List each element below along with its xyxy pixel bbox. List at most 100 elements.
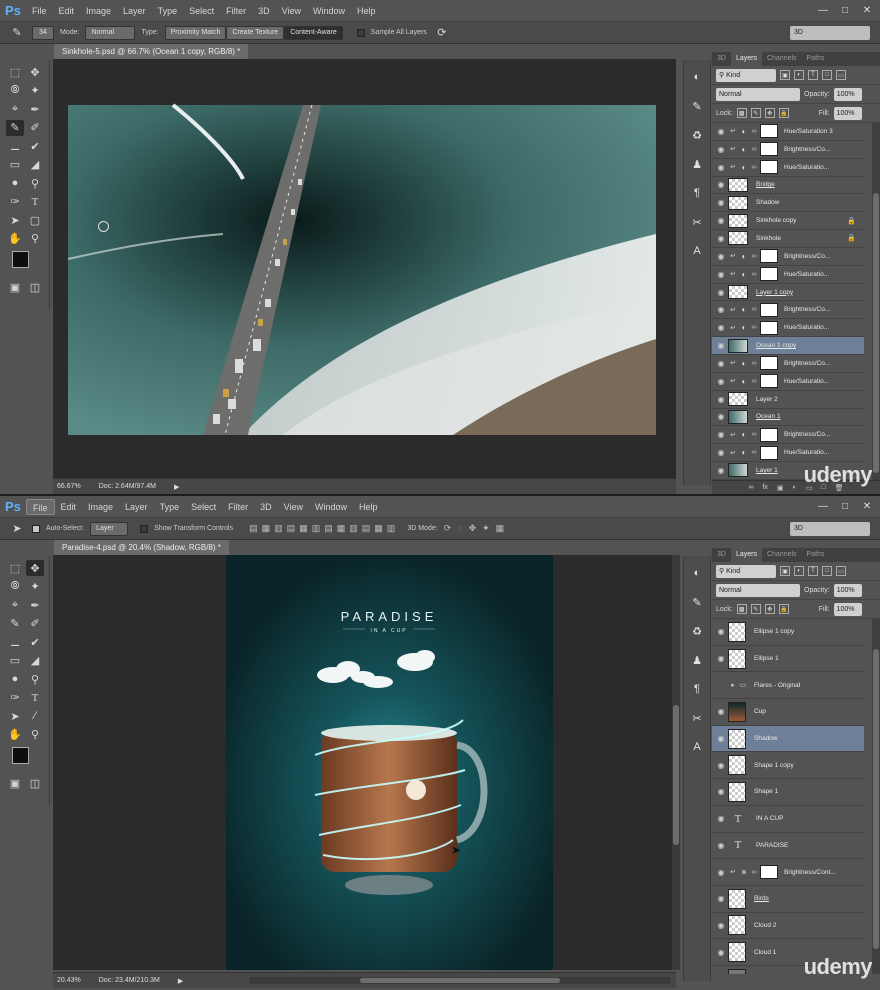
blur-tool-icon[interactable]: ●	[6, 671, 24, 687]
layer-row[interactable]: ◉ T IN A CUP	[712, 806, 864, 833]
hand-tool-icon[interactable]: ✋	[6, 727, 24, 743]
filter-kind-select[interactable]: ⚲ Kind	[716, 564, 776, 578]
visibility-eye-icon[interactable]: ◉	[714, 252, 728, 261]
layers-scrollbar[interactable]	[872, 619, 880, 974]
eyedropper-icon[interactable]: ✒	[26, 101, 44, 117]
align-vcenter-icon[interactable]: ▦	[262, 523, 271, 534]
maximize-icon[interactable]: □	[838, 500, 852, 512]
status-arrow-icon[interactable]: ▶	[174, 483, 179, 491]
layer-row[interactable]: ◉ ↵ ☀ ∞ Brightness/Cont...	[712, 859, 864, 886]
brush-tool-icon[interactable]: ✐	[26, 616, 44, 632]
menu-view[interactable]: View	[278, 499, 309, 515]
eyedropper-icon[interactable]: ✒	[26, 597, 44, 613]
menu-help[interactable]: Help	[351, 3, 382, 19]
visibility-eye-icon[interactable]: ◉	[714, 627, 728, 636]
filter-adjustment-icon[interactable]: ◐	[794, 70, 804, 80]
sample-all-layers-checkbox[interactable]	[356, 28, 365, 37]
marquee-tool-icon[interactable]: ⬚	[6, 560, 24, 576]
filter-smart-icon[interactable]: ▭	[836, 566, 846, 576]
quick-mask-icon[interactable]: ▣	[6, 279, 24, 295]
visibility-eye-icon[interactable]: ◉	[714, 270, 728, 279]
pen-tool-icon[interactable]: ✑	[6, 690, 24, 706]
layer-row[interactable]: ◉ Sinkhole 🔒	[712, 230, 864, 248]
lock-position-icon[interactable]: ✥	[764, 604, 775, 614]
zoom-level[interactable]: 66.67%	[57, 483, 81, 490]
adjustments-panel-icon[interactable]: ✎	[686, 591, 708, 613]
marquee-tool-icon[interactable]: ⬚	[6, 64, 24, 80]
visibility-eye-icon[interactable]: ◉	[714, 466, 728, 475]
visibility-eye-icon[interactable]: ◉	[714, 430, 728, 439]
visibility-eye-icon[interactable]: ◉	[714, 145, 728, 154]
distribute-vcenter-icon[interactable]: ▦	[337, 523, 346, 534]
align-bottom-icon[interactable]: ▥	[274, 523, 283, 534]
menu-type[interactable]: Type	[152, 3, 184, 19]
lock-image-icon[interactable]: ✎	[750, 108, 761, 118]
layer-row[interactable]: ◉ ↵ ◐ ∞ Brightness/Co...	[712, 355, 864, 373]
menu-window[interactable]: Window	[307, 3, 351, 19]
screen-mode-icon[interactable]: ◫	[26, 775, 44, 791]
filter-adjustment-icon[interactable]: ◐	[794, 566, 804, 576]
layer-row[interactable]: ◉ Shadow	[712, 725, 864, 753]
distribute-left-icon[interactable]: ▤	[362, 523, 371, 534]
layer-row[interactable]: ◉ Shadow	[712, 194, 864, 213]
layers-scrollbar[interactable]	[872, 123, 880, 480]
layer-row[interactable]: ◉ Sinkhole copy 🔒	[712, 212, 864, 231]
tools-panel-icon[interactable]: ✂	[686, 211, 708, 233]
3d-roll-icon[interactable]: ◌	[457, 523, 462, 534]
brush-presets-icon[interactable]: ♻	[686, 620, 708, 642]
filter-pixel-icon[interactable]: ▣	[780, 70, 790, 80]
3d-scale-icon[interactable]: ▦	[496, 523, 505, 534]
path-select-icon[interactable]: ➤	[6, 212, 24, 228]
history-brush-icon[interactable]: ✔	[26, 634, 44, 650]
layer-row[interactable]: ◉ Birds	[712, 886, 864, 913]
new-adjustment-icon[interactable]: ◐	[793, 484, 797, 491]
auto-select-target[interactable]: Layer	[90, 521, 129, 536]
horizontal-scroll-thumb[interactable]	[360, 978, 560, 983]
minimize-icon[interactable]: —	[816, 500, 830, 512]
align-right-icon[interactable]: ▥	[312, 523, 321, 534]
menu-filter[interactable]: Filter	[222, 499, 254, 515]
canvas-vertical-scrollbar[interactable]	[672, 555, 680, 970]
menu-view[interactable]: View	[276, 3, 307, 19]
tab-layers[interactable]: Layers	[730, 548, 762, 562]
crop-tool-icon[interactable]: ⌖	[6, 597, 24, 613]
opacity-input[interactable]: 100%	[833, 583, 862, 597]
visibility-eye-icon[interactable]: ◉	[714, 323, 728, 332]
distribute-right-icon[interactable]: ▥	[387, 523, 396, 534]
character-panel-icon[interactable]: A	[686, 240, 708, 262]
layer-row[interactable]: ◉ Layer 2	[712, 391, 864, 409]
tab-paths[interactable]: Paths	[802, 548, 830, 562]
eraser-icon[interactable]: ▭	[6, 157, 24, 173]
visibility-eye-icon[interactable]: ◉	[714, 234, 728, 243]
menu-3d[interactable]: 3D	[254, 499, 278, 515]
line-tool-icon[interactable]: ∕	[26, 708, 44, 724]
hand-tool-icon[interactable]: ✋	[6, 231, 24, 247]
clone-stamp-icon[interactable]: ⚊	[6, 634, 24, 650]
create-texture-button[interactable]: Create Texture	[226, 25, 285, 40]
lock-image-icon[interactable]: ✎	[750, 604, 761, 614]
menu-window[interactable]: Window	[309, 499, 353, 515]
add-mask-icon[interactable]: ▣	[777, 484, 784, 492]
tab-3d[interactable]: 3D	[712, 52, 731, 66]
workspace-select[interactable]: 3D	[790, 26, 870, 40]
lasso-tool-icon[interactable]: ⦾	[6, 579, 24, 595]
layer-row[interactable]: ◉ Ellipse 1 copy	[712, 619, 864, 646]
visibility-eye-icon[interactable]: ◉	[714, 841, 728, 850]
3d-rotate-icon[interactable]: ⟳	[444, 523, 452, 534]
screen-mode-icon[interactable]: ◫	[26, 279, 44, 295]
pressure-brush-icon[interactable]: ⟳	[433, 25, 451, 41]
layer-row[interactable]: ◉ T PARADISE	[712, 833, 864, 860]
visibility-eye-icon[interactable]: ◉	[714, 868, 728, 877]
visibility-eye-icon[interactable]: ◉	[714, 761, 728, 770]
layer-row[interactable]: ◉ ↵ ◐ ∞ Brightness/Co...	[712, 426, 864, 445]
layer-row[interactable]: ◉ Cup	[712, 699, 864, 726]
dodge-tool-icon[interactable]: ⚲	[26, 671, 44, 687]
lock-transparent-icon[interactable]: ▩	[736, 604, 747, 614]
workspace-select[interactable]: 3D	[790, 522, 870, 536]
minimize-icon[interactable]: —	[816, 4, 830, 16]
distribute-top-icon[interactable]: ▤	[324, 523, 333, 534]
layer-row[interactable]: ◉ ↵ ◐ ∞ Brightness/Co...	[712, 301, 864, 320]
close-icon[interactable]: ✕	[860, 500, 874, 512]
lock-transparent-icon[interactable]: ▩	[736, 108, 747, 118]
color-panel-icon[interactable]: ◐	[686, 66, 708, 88]
